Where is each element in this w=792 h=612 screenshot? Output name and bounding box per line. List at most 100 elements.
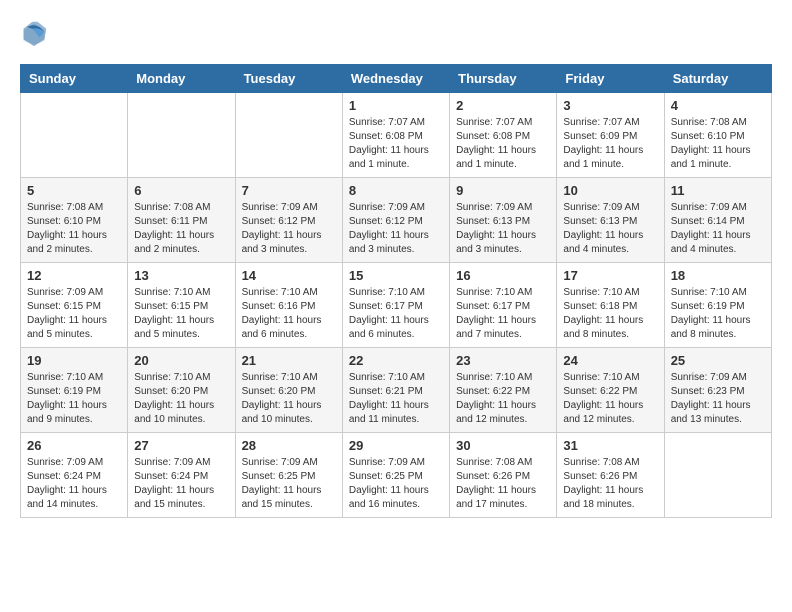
day-info: Sunrise: 7:09 AM Sunset: 6:12 PM Dayligh… xyxy=(242,201,336,257)
day-number: 24 xyxy=(563,353,657,368)
day-info: Sunrise: 7:10 AM Sunset: 6:17 PM Dayligh… xyxy=(349,286,443,342)
day-info: Sunrise: 7:10 AM Sunset: 6:20 PM Dayligh… xyxy=(242,371,336,427)
weekday-header: Friday xyxy=(557,65,664,93)
day-info: Sunrise: 7:10 AM Sunset: 6:19 PM Dayligh… xyxy=(671,286,765,342)
weekday-header: Sunday xyxy=(21,65,128,93)
calendar-cell xyxy=(21,93,128,178)
day-number: 31 xyxy=(563,438,657,453)
calendar-cell: 30 Sunrise: 7:08 AM Sunset: 6:26 PM Dayli… xyxy=(450,433,557,518)
day-number: 21 xyxy=(242,353,336,368)
day-number: 7 xyxy=(242,183,336,198)
day-info: Sunrise: 7:07 AM Sunset: 6:08 PM Dayligh… xyxy=(349,116,443,172)
day-info: Sunrise: 7:10 AM Sunset: 6:21 PM Dayligh… xyxy=(349,371,443,427)
day-info: Sunrise: 7:08 AM Sunset: 6:10 PM Dayligh… xyxy=(671,116,765,172)
day-info: Sunrise: 7:10 AM Sunset: 6:22 PM Dayligh… xyxy=(563,371,657,427)
calendar-cell: 23 Sunrise: 7:10 AM Sunset: 6:22 PM Dayli… xyxy=(450,348,557,433)
day-number: 4 xyxy=(671,98,765,113)
day-number: 16 xyxy=(456,268,550,283)
calendar-cell: 10 Sunrise: 7:09 AM Sunset: 6:13 PM Dayli… xyxy=(557,178,664,263)
day-number: 14 xyxy=(242,268,336,283)
day-info: Sunrise: 7:07 AM Sunset: 6:08 PM Dayligh… xyxy=(456,116,550,172)
weekday-header: Saturday xyxy=(664,65,771,93)
day-number: 28 xyxy=(242,438,336,453)
weekday-header-row: SundayMondayTuesdayWednesdayThursdayFrid… xyxy=(21,65,772,93)
calendar-cell: 25 Sunrise: 7:09 AM Sunset: 6:23 PM Dayli… xyxy=(664,348,771,433)
page-header xyxy=(20,20,772,48)
calendar-cell: 11 Sunrise: 7:09 AM Sunset: 6:14 PM Dayli… xyxy=(664,178,771,263)
weekday-header: Thursday xyxy=(450,65,557,93)
day-info: Sunrise: 7:08 AM Sunset: 6:11 PM Dayligh… xyxy=(134,201,228,257)
calendar-cell: 4 Sunrise: 7:08 AM Sunset: 6:10 PM Daylig… xyxy=(664,93,771,178)
weekday-header: Wednesday xyxy=(342,65,449,93)
weekday-header: Monday xyxy=(128,65,235,93)
calendar-cell: 1 Sunrise: 7:07 AM Sunset: 6:08 PM Daylig… xyxy=(342,93,449,178)
day-number: 27 xyxy=(134,438,228,453)
calendar-cell xyxy=(235,93,342,178)
calendar-cell: 14 Sunrise: 7:10 AM Sunset: 6:16 PM Dayli… xyxy=(235,263,342,348)
day-number: 19 xyxy=(27,353,121,368)
day-number: 13 xyxy=(134,268,228,283)
day-info: Sunrise: 7:10 AM Sunset: 6:18 PM Dayligh… xyxy=(563,286,657,342)
day-info: Sunrise: 7:09 AM Sunset: 6:15 PM Dayligh… xyxy=(27,286,121,342)
day-info: Sunrise: 7:10 AM Sunset: 6:16 PM Dayligh… xyxy=(242,286,336,342)
day-number: 17 xyxy=(563,268,657,283)
calendar-week-row: 1 Sunrise: 7:07 AM Sunset: 6:08 PM Daylig… xyxy=(21,93,772,178)
day-number: 2 xyxy=(456,98,550,113)
day-number: 3 xyxy=(563,98,657,113)
calendar-week-row: 26 Sunrise: 7:09 AM Sunset: 6:24 PM Dayli… xyxy=(21,433,772,518)
day-number: 6 xyxy=(134,183,228,198)
weekday-header: Tuesday xyxy=(235,65,342,93)
calendar-cell: 24 Sunrise: 7:10 AM Sunset: 6:22 PM Dayli… xyxy=(557,348,664,433)
calendar-cell: 5Sunrise: 7:08 AM Sunset: 6:10 PM Daylig… xyxy=(21,178,128,263)
calendar-cell: 26Sunrise: 7:09 AM Sunset: 6:24 PM Dayli… xyxy=(21,433,128,518)
day-info: Sunrise: 7:08 AM Sunset: 6:26 PM Dayligh… xyxy=(456,456,550,512)
day-info: Sunrise: 7:10 AM Sunset: 6:15 PM Dayligh… xyxy=(134,286,228,342)
day-number: 11 xyxy=(671,183,765,198)
calendar-cell: 8 Sunrise: 7:09 AM Sunset: 6:12 PM Daylig… xyxy=(342,178,449,263)
calendar-cell: 13 Sunrise: 7:10 AM Sunset: 6:15 PM Dayli… xyxy=(128,263,235,348)
calendar-cell: 15 Sunrise: 7:10 AM Sunset: 6:17 PM Dayli… xyxy=(342,263,449,348)
calendar-cell: 6 Sunrise: 7:08 AM Sunset: 6:11 PM Daylig… xyxy=(128,178,235,263)
calendar-table: SundayMondayTuesdayWednesdayThursdayFrid… xyxy=(20,64,772,518)
day-number: 8 xyxy=(349,183,443,198)
calendar-cell: 7 Sunrise: 7:09 AM Sunset: 6:12 PM Daylig… xyxy=(235,178,342,263)
day-info: Sunrise: 7:09 AM Sunset: 6:12 PM Dayligh… xyxy=(349,201,443,257)
calendar-cell: 31 Sunrise: 7:08 AM Sunset: 6:26 PM Dayli… xyxy=(557,433,664,518)
calendar-cell: 19 Sunrise: 7:10 AM Sunset: 6:19 PM Dayli… xyxy=(21,348,128,433)
day-number: 22 xyxy=(349,353,443,368)
day-info: Sunrise: 7:10 AM Sunset: 6:17 PM Dayligh… xyxy=(456,286,550,342)
day-info: Sunrise: 7:10 AM Sunset: 6:22 PM Dayligh… xyxy=(456,371,550,427)
day-info: Sunrise: 7:09 AM Sunset: 6:14 PM Dayligh… xyxy=(671,201,765,257)
day-number: 12 xyxy=(27,268,121,283)
day-number: 9 xyxy=(456,183,550,198)
day-info: Sunrise: 7:09 AM Sunset: 6:13 PM Dayligh… xyxy=(563,201,657,257)
day-number: 23 xyxy=(456,353,550,368)
calendar-week-row: 12 Sunrise: 7:09 AM Sunset: 6:15 PM Dayli… xyxy=(21,263,772,348)
day-number: 15 xyxy=(349,268,443,283)
day-number: 30 xyxy=(456,438,550,453)
day-info: Sunrise: 7:10 AM Sunset: 6:19 PM Dayligh… xyxy=(27,371,121,427)
calendar-cell: 3 Sunrise: 7:07 AM Sunset: 6:09 PM Daylig… xyxy=(557,93,664,178)
calendar-cell: 2 Sunrise: 7:07 AM Sunset: 6:08 PM Daylig… xyxy=(450,93,557,178)
day-info: Sunrise: 7:08 AM Sunset: 6:26 PM Dayligh… xyxy=(563,456,657,512)
calendar-cell xyxy=(128,93,235,178)
logo xyxy=(20,20,52,48)
calendar-cell: 16 Sunrise: 7:10 AM Sunset: 6:17 PM Dayli… xyxy=(450,263,557,348)
day-number: 25 xyxy=(671,353,765,368)
day-number: 1 xyxy=(349,98,443,113)
day-info: Sunrise: 7:09 AM Sunset: 6:23 PM Dayligh… xyxy=(671,371,765,427)
logo-icon xyxy=(20,20,48,48)
calendar-week-row: 5Sunrise: 7:08 AM Sunset: 6:10 PM Daylig… xyxy=(21,178,772,263)
day-info: Sunrise: 7:07 AM Sunset: 6:09 PM Dayligh… xyxy=(563,116,657,172)
day-info: Sunrise: 7:10 AM Sunset: 6:20 PM Dayligh… xyxy=(134,371,228,427)
calendar-week-row: 19 Sunrise: 7:10 AM Sunset: 6:19 PM Dayli… xyxy=(21,348,772,433)
day-number: 10 xyxy=(563,183,657,198)
calendar-cell: 21 Sunrise: 7:10 AM Sunset: 6:20 PM Dayli… xyxy=(235,348,342,433)
day-info: Sunrise: 7:09 AM Sunset: 6:25 PM Dayligh… xyxy=(242,456,336,512)
day-number: 26 xyxy=(27,438,121,453)
calendar-cell: 22 Sunrise: 7:10 AM Sunset: 6:21 PM Dayli… xyxy=(342,348,449,433)
day-info: Sunrise: 7:09 AM Sunset: 6:24 PM Dayligh… xyxy=(134,456,228,512)
day-info: Sunrise: 7:08 AM Sunset: 6:10 PM Dayligh… xyxy=(27,201,121,257)
calendar-cell: 28 Sunrise: 7:09 AM Sunset: 6:25 PM Dayli… xyxy=(235,433,342,518)
day-number: 29 xyxy=(349,438,443,453)
